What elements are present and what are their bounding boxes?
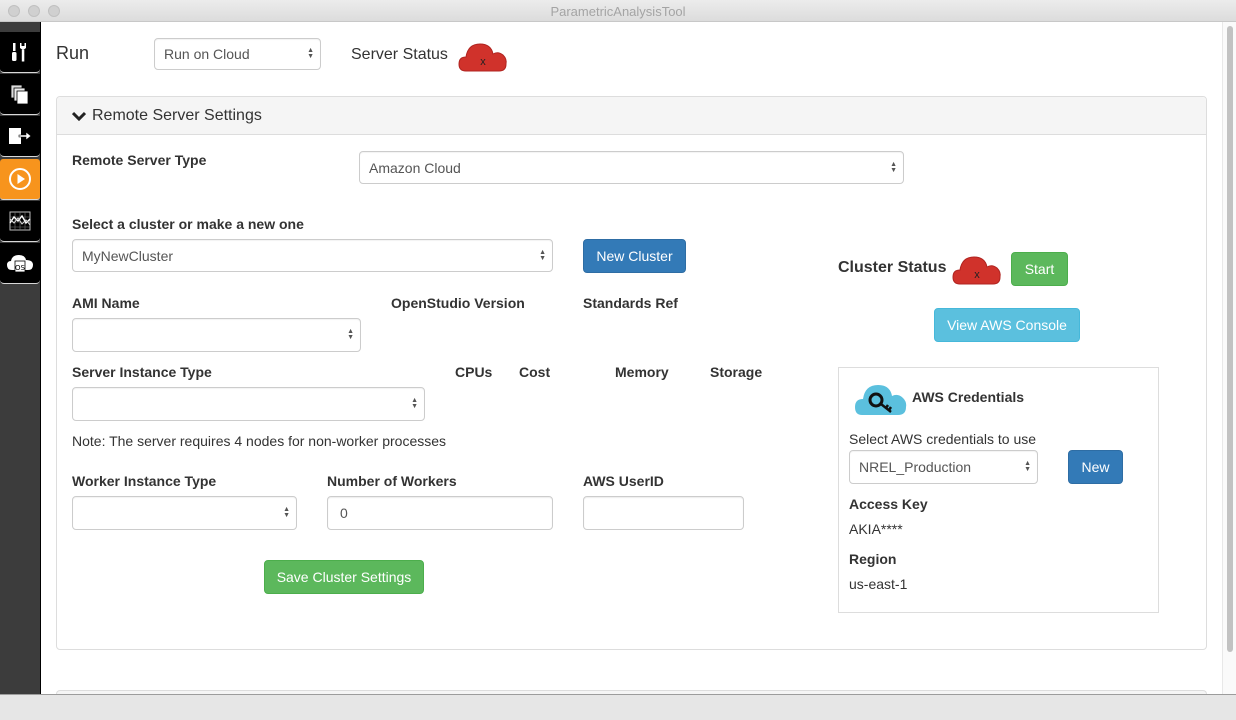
- main-content: Run Run on Cloud ▲ ▼ Server Status x Remo…: [41, 22, 1222, 710]
- num-workers-value: 0: [340, 505, 348, 521]
- design-alternatives-icon: [10, 84, 29, 105]
- window-title: ParametricAnalysisTool: [550, 4, 686, 19]
- select-arrows-icon: ▲ ▼: [1024, 460, 1031, 473]
- sidebar-item-design-alternatives[interactable]: [0, 74, 40, 115]
- ami-name-label: AMI Name: [72, 295, 140, 311]
- cluster-status-label: Cluster Status: [838, 259, 947, 276]
- run-icon: [9, 168, 31, 190]
- svg-text:x: x: [974, 269, 980, 281]
- run-mode-value: Run on Cloud: [164, 46, 250, 62]
- vertical-scrollbar[interactable]: [1222, 22, 1236, 694]
- measures-icon: [12, 43, 26, 62]
- server-status-error-cloud-icon: x: [458, 43, 507, 72]
- num-workers-label: Number of Workers: [327, 473, 457, 489]
- new-credentials-button[interactable]: New: [1068, 450, 1123, 484]
- cluster-status-error-cloud-icon: x: [952, 256, 1001, 285]
- window-titlebar: ParametricAnalysisTool: [0, 0, 1236, 22]
- aws-credentials-select-label: Select AWS credentials to use: [849, 431, 1037, 447]
- aws-credentials-box: AWS Credentials Select AWS credentials t…: [838, 367, 1159, 613]
- aws-userid-label: AWS UserID: [583, 473, 664, 489]
- sidebar-item-run[interactable]: [0, 159, 40, 200]
- select-arrows-icon: ▲ ▼: [890, 160, 897, 174]
- select-arrows-icon: ▲ ▼: [307, 47, 314, 60]
- view-aws-console-button[interactable]: View AWS Console: [934, 308, 1080, 342]
- server-instance-label: Server Instance Type: [72, 364, 212, 380]
- cluster-label: Select a cluster or make a new one: [72, 216, 304, 232]
- select-arrows-icon: ▲ ▼: [283, 506, 290, 519]
- svg-text:OS: OS: [15, 264, 26, 272]
- start-cluster-button[interactable]: Start: [1011, 252, 1068, 286]
- run-mode-select[interactable]: Run on Cloud ▲ ▼: [154, 38, 321, 70]
- aws-userid-input[interactable]: [583, 496, 744, 530]
- aws-key-cloud-icon: [855, 385, 907, 415]
- standards-ref-label: Standards Ref: [583, 295, 678, 311]
- num-workers-input[interactable]: 0: [327, 496, 553, 530]
- ami-name-select[interactable]: ▲ ▼: [72, 318, 361, 352]
- cluster-select[interactable]: MyNewCluster ▲ ▼: [72, 239, 553, 272]
- cluster-value: MyNewCluster: [82, 247, 174, 264]
- reports-icon: [9, 211, 31, 231]
- chevron-down-icon: [72, 111, 86, 121]
- cpus-label: CPUs: [455, 364, 493, 380]
- bottom-status-bar: [0, 694, 1236, 720]
- server-type-label: Remote Server Type: [72, 152, 207, 168]
- access-key-value: AKIA****: [849, 521, 903, 537]
- sidebar-item-measures[interactable]: [0, 32, 40, 73]
- panel-title: Remote Server Settings: [92, 106, 262, 124]
- select-arrows-icon: ▲ ▼: [411, 397, 418, 410]
- worker-instance-select[interactable]: ▲ ▼: [72, 496, 297, 530]
- outputs-icon: [9, 128, 32, 144]
- svg-text:x: x: [480, 56, 486, 68]
- openstudio-version-label: OpenStudio Version: [391, 295, 525, 311]
- save-cluster-settings-button[interactable]: Save Cluster Settings: [264, 560, 424, 594]
- remote-server-settings-panel: Remote Server Settings Remote Server Typ…: [56, 96, 1207, 650]
- server-status-label: Server Status: [351, 46, 448, 63]
- select-arrows-icon: ▲ ▼: [347, 328, 354, 341]
- remote-server-settings-toggle[interactable]: Remote Server Settings: [57, 97, 1206, 135]
- server-type-value: Amazon Cloud: [369, 159, 461, 176]
- memory-label: Memory: [615, 364, 669, 380]
- sidebar-item-reports[interactable]: [0, 201, 40, 242]
- aws-credentials-value: NREL_Production: [859, 459, 972, 475]
- server-cloud-icon: OS: [7, 255, 33, 273]
- access-key-label: Access Key: [849, 496, 928, 512]
- region-label: Region: [849, 551, 897, 567]
- sidebar: OS: [0, 22, 41, 694]
- aws-credentials-title: AWS Credentials: [912, 389, 1025, 405]
- run-title: Run: [56, 43, 90, 63]
- server-type-select[interactable]: Amazon Cloud ▲ ▼: [359, 151, 904, 184]
- new-cluster-button[interactable]: New Cluster: [583, 239, 686, 273]
- sidebar-item-outputs[interactable]: [0, 116, 40, 157]
- server-instance-select[interactable]: ▲ ▼: [72, 387, 425, 421]
- sidebar-item-server[interactable]: OS: [0, 243, 40, 284]
- select-arrows-icon: ▲ ▼: [539, 248, 546, 262]
- worker-instance-label: Worker Instance Type: [72, 473, 217, 489]
- region-value: us-east-1: [849, 576, 908, 592]
- scrollbar-thumb[interactable]: [1227, 26, 1233, 652]
- aws-credentials-select[interactable]: NREL_Production ▲ ▼: [849, 450, 1038, 484]
- cost-label: Cost: [519, 364, 551, 380]
- server-nodes-note: Note: The server requires 4 nodes for no…: [72, 433, 447, 449]
- storage-label: Storage: [710, 364, 763, 380]
